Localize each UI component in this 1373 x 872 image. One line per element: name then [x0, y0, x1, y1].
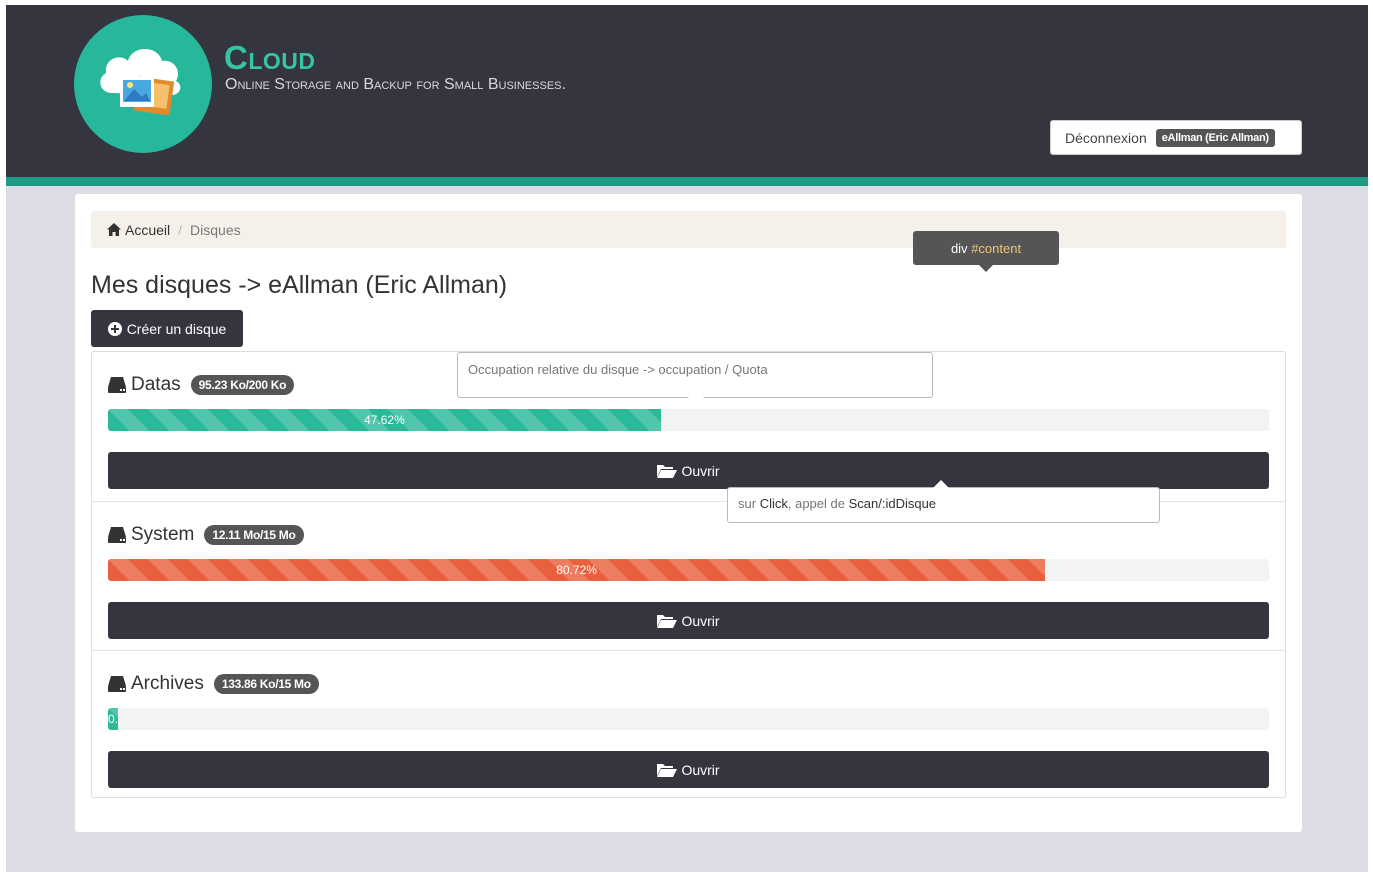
disk-name: Archives [131, 673, 204, 694]
annotation-occupation: Occupation relative du disque -> occupat… [457, 352, 933, 405]
page-frame: Cloud Online Storage and Backup for Smal… [6, 5, 1368, 872]
open-disk-label: Ouvrir [681, 612, 720, 629]
hdd-icon [108, 676, 126, 692]
brand-tagline: Online Storage and Backup for Small Busi… [225, 76, 566, 93]
folder-open-icon [657, 464, 678, 478]
annotation-content-div: div #content [913, 231, 1059, 272]
disk-progress: 0.87% [108, 708, 1269, 730]
disk-name: System [131, 524, 195, 545]
disk-progress-bar: 80.72% [108, 559, 1046, 581]
disk-progress-bar: 47.62% [108, 409, 661, 431]
create-disk-button[interactable]: Créer un disque [91, 310, 243, 347]
open-disk-button[interactable]: Ouvrir [108, 602, 1269, 639]
open-disk-label: Ouvrir [681, 462, 720, 479]
home-icon [107, 223, 121, 236]
folder-open-icon [657, 614, 678, 628]
hdd-icon [108, 377, 126, 393]
brand-title: Cloud [224, 39, 316, 76]
create-disk-label: Créer un disque [126, 320, 227, 337]
disk-header: System 12.11 Mo/15 Mo [108, 524, 304, 546]
annotation-div-prefix: div [950, 240, 968, 256]
hdd-icon [108, 527, 126, 543]
plus-circle-icon [107, 321, 122, 336]
folder-open-icon [657, 763, 678, 777]
breadcrumb-home-link[interactable]: Accueil [107, 222, 170, 238]
logo[interactable] [74, 15, 212, 153]
disk-usage-badge: 133.86 Ko/15 Mo [213, 674, 319, 694]
annotation-click-p3: , appel de [787, 496, 845, 511]
breadcrumb-separator: / [178, 221, 183, 238]
annotation-click-p2: Click [759, 496, 788, 511]
disk-list: Datas 95.23 Ko/200 Ko 47.62% Ouvrir Syst… [91, 351, 1286, 798]
logout-button[interactable]: Déconnexion eAllman (Eric Allman) [1050, 120, 1302, 155]
header-accent-stripe [6, 177, 1368, 186]
open-disk-button[interactable]: Ouvrir [108, 751, 1269, 788]
open-disk-button[interactable]: Ouvrir [108, 452, 1269, 489]
disk-progress-bar: 0.87% [108, 708, 119, 730]
page-title: Mes disques -> eAllman (Eric Allman) [91, 271, 508, 299]
breadcrumb: Accueil / Disques [91, 211, 1286, 248]
disk-progress: 80.72% [108, 559, 1269, 581]
disk-progress: 47.62% [108, 409, 1269, 431]
disk-usage-badge: 95.23 Ko/200 Ko [190, 375, 295, 395]
cloud-photo-icon [100, 49, 181, 116]
disk-header: Datas 95.23 Ko/200 Ko [108, 374, 295, 396]
annotation-click-p4: Scan/:idDisque [848, 496, 937, 511]
disk-name: Datas [131, 374, 181, 395]
open-disk-label: Ouvrir [681, 761, 720, 778]
disk-item-archives: Archives 133.86 Ko/15 Mo 0.87% Ouvrir [92, 650, 1285, 800]
logout-label: Déconnexion [1065, 129, 1147, 146]
annotation-click: sur Click, appel de Scan/:idDisque [727, 480, 1160, 523]
user-badge: eAllman (Eric Allman) [1155, 128, 1275, 147]
site-header: Cloud Online Storage and Backup for Smal… [6, 5, 1368, 177]
annotation-click-p1: sur [738, 496, 757, 511]
disk-item-system: System 12.11 Mo/15 Mo 80.72% Ouvrir [92, 501, 1285, 651]
breadcrumb-home-label: Accueil [125, 221, 171, 238]
annotation-div-id: #content [971, 240, 1022, 256]
breadcrumb-current: Disques [190, 221, 241, 238]
disk-usage-badge: 12.11 Mo/15 Mo [204, 525, 304, 545]
disk-header: Archives 133.86 Ko/15 Mo [108, 673, 319, 695]
